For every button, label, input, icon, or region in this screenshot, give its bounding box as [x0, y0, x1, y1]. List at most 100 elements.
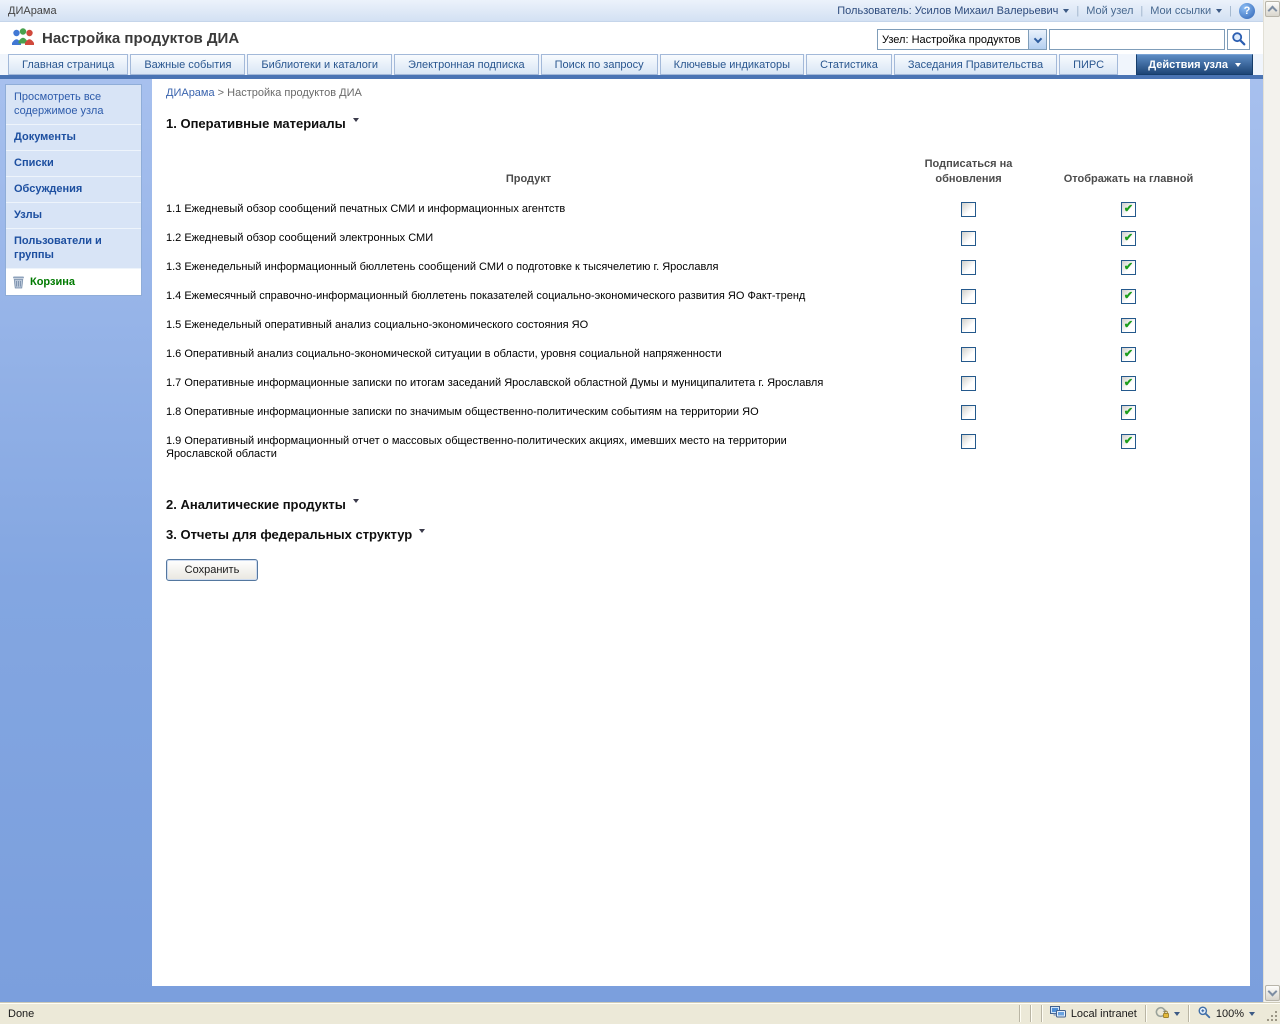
- my-links-menu[interactable]: Мои ссылки: [1150, 5, 1222, 17]
- left-column: Просмотреть все содержимое узла Документ…: [0, 79, 152, 1002]
- subscribe-checkbox[interactable]: [961, 289, 976, 304]
- nav-tab[interactable]: Важные события: [130, 54, 245, 75]
- vertical-scrollbar[interactable]: [1263, 0, 1280, 1002]
- global-links-bar: ДИАрама Пользователь: Усилов Михаил Вале…: [0, 0, 1263, 22]
- product-row: 1.7 Оперативные информационные записки п…: [166, 369, 1211, 398]
- section-2-heading: 2. Аналитические продукты: [166, 497, 1250, 512]
- user-menu-label: Пользователь: Усилов Михаил Валерьевич: [837, 5, 1058, 17]
- sidebar-item[interactable]: Узлы: [6, 203, 141, 229]
- nav-tab[interactable]: Электронная подписка: [394, 54, 539, 75]
- save-button[interactable]: Сохранить: [166, 559, 258, 581]
- status-text: Done: [0, 1008, 34, 1020]
- nav-tab[interactable]: Библиотеки и каталоги: [247, 54, 392, 75]
- product-row: 1.2 Ежедневый обзор сообщений электронны…: [166, 224, 1211, 253]
- sidebar-item[interactable]: Документы: [6, 125, 141, 151]
- site-actions-label: Действия узла: [1148, 59, 1228, 71]
- page-title: Настройка продуктов ДИА: [42, 30, 239, 47]
- product-label: 1.1 Ежедневый обзор сообщений печатных С…: [166, 203, 565, 215]
- search-button[interactable]: [1227, 29, 1250, 50]
- caret-down-icon: [1063, 9, 1069, 13]
- subscribe-checkbox[interactable]: [961, 202, 976, 217]
- site-title-bar: Настройка продуктов ДИА Узел: Настройка …: [0, 22, 1263, 54]
- nav-tab[interactable]: Главная страница: [8, 54, 128, 75]
- column-header-subscribe: Подписаться на обновления: [891, 143, 1046, 195]
- zoom-control[interactable]: 100%: [1188, 1005, 1263, 1022]
- search-scope-select[interactable]: Узел: Настройка продуктов: [877, 29, 1047, 50]
- security-zone-panel: Local intranet: [1041, 1005, 1145, 1022]
- product-row: 1.5 Еженедельный оперативный анализ соци…: [166, 311, 1211, 340]
- display-checkbox[interactable]: ✔: [1121, 376, 1136, 391]
- divider: |: [1076, 5, 1079, 17]
- site-actions-button[interactable]: Действия узла: [1136, 54, 1253, 75]
- breadcrumb-root-link[interactable]: ДИАрама: [166, 87, 215, 99]
- subscribe-checkbox[interactable]: [961, 376, 976, 391]
- my-links-label: Мои ссылки: [1150, 5, 1211, 17]
- sidebar-item[interactable]: Пользователи и группы: [6, 229, 141, 269]
- my-site-link[interactable]: Мой узел: [1086, 5, 1133, 17]
- scroll-up-button[interactable]: [1265, 1, 1280, 17]
- view-all-site-content-link[interactable]: Просмотреть все содержимое узла: [6, 85, 141, 125]
- display-checkbox[interactable]: ✔: [1121, 202, 1136, 217]
- chevron-down-icon: [1268, 987, 1278, 997]
- combo-arrow-icon[interactable]: [1028, 30, 1046, 49]
- scroll-down-button[interactable]: [1265, 985, 1280, 1001]
- portal-home-link[interactable]: ДИАрама: [8, 5, 57, 17]
- subscribe-checkbox[interactable]: [961, 405, 976, 420]
- subscribe-checkbox[interactable]: [961, 318, 976, 333]
- product-row: 1.9 Оперативный информационный отчет о м…: [166, 427, 1211, 469]
- help-icon[interactable]: ?: [1239, 3, 1255, 19]
- sidebar-item[interactable]: Обсуждения: [6, 177, 141, 203]
- page-body: Просмотреть все содержимое узла Документ…: [0, 79, 1263, 1002]
- site-people-icon: [10, 25, 36, 51]
- nav-tabs: Главная страница Важные события Библиоте…: [8, 54, 1120, 75]
- zoom-icon: [1197, 1005, 1211, 1022]
- column-header-product: Продукт: [166, 143, 891, 195]
- caret-down-icon: [1216, 9, 1222, 13]
- search-scope-value: Узел: Настройка продуктов: [882, 34, 1020, 46]
- resize-grip[interactable]: [1263, 1003, 1280, 1024]
- subscribe-checkbox[interactable]: [961, 434, 976, 449]
- section-1-heading: 1. Оперативные материалы: [166, 116, 1250, 131]
- display-checkbox[interactable]: ✔: [1121, 405, 1136, 420]
- product-label: 1.8 Оперативные информационные записки п…: [166, 406, 759, 418]
- chevron-up-icon: [1268, 6, 1278, 16]
- caret-down-icon: [1174, 1012, 1180, 1016]
- global-links-right: Пользователь: Усилов Михаил Валерьевич |…: [837, 3, 1255, 19]
- nav-tab[interactable]: ПИРС: [1059, 54, 1118, 75]
- user-menu[interactable]: Пользователь: Усилов Михаил Валерьевич: [837, 5, 1069, 17]
- protected-mode-panel[interactable]: [1145, 1005, 1188, 1022]
- display-checkbox[interactable]: ✔: [1121, 318, 1136, 333]
- collapse-caret-icon[interactable]: [419, 529, 425, 533]
- display-checkbox[interactable]: ✔: [1121, 231, 1136, 246]
- nav-tab[interactable]: Статистика: [806, 54, 892, 75]
- display-checkbox[interactable]: ✔: [1121, 434, 1136, 449]
- nav-tab[interactable]: Заседания Правительства: [894, 54, 1057, 75]
- collapse-caret-icon[interactable]: [353, 118, 359, 122]
- subscribe-checkbox[interactable]: [961, 347, 976, 362]
- product-label: 1.7 Оперативные информационные записки п…: [166, 377, 823, 389]
- display-checkbox[interactable]: ✔: [1121, 260, 1136, 275]
- status-panel: [1030, 1005, 1041, 1022]
- recycle-bin-icon: [12, 275, 25, 289]
- subscribe-checkbox[interactable]: [961, 260, 976, 275]
- status-right-panels: Local intranet: [1019, 1003, 1280, 1024]
- display-checkbox[interactable]: ✔: [1121, 347, 1136, 362]
- refresh-lock-icon: [1154, 1006, 1169, 1022]
- collapse-caret-icon[interactable]: [353, 499, 359, 503]
- product-label: 1.5 Еженедельный оперативный анализ соци…: [166, 319, 588, 331]
- sidebar-item[interactable]: Списки: [6, 151, 141, 177]
- recycle-bin-link[interactable]: Корзина: [6, 269, 141, 295]
- caret-down-icon: [1249, 1012, 1255, 1016]
- subscribe-checkbox[interactable]: [961, 231, 976, 246]
- main-content: ДИАрама > Настройка продуктов ДИА 1. Опе…: [152, 79, 1250, 986]
- nav-tab[interactable]: Ключевые индикаторы: [660, 54, 804, 75]
- nav-tab[interactable]: Поиск по запросу: [541, 54, 658, 75]
- column-header-display: Отображать на главной: [1046, 143, 1211, 195]
- browser-window: ДИАрама Пользователь: Усилов Михаил Вале…: [0, 0, 1280, 1024]
- search-input[interactable]: [1049, 29, 1225, 50]
- security-zone-label: Local intranet: [1071, 1008, 1137, 1020]
- product-row: 1.3 Еженедельный информационный бюллетен…: [166, 253, 1211, 282]
- display-checkbox[interactable]: ✔: [1121, 289, 1136, 304]
- breadcrumb: ДИАрама > Настройка продуктов ДИА: [166, 87, 1250, 99]
- product-label: 1.9 Оперативный информационный отчет о м…: [166, 435, 787, 460]
